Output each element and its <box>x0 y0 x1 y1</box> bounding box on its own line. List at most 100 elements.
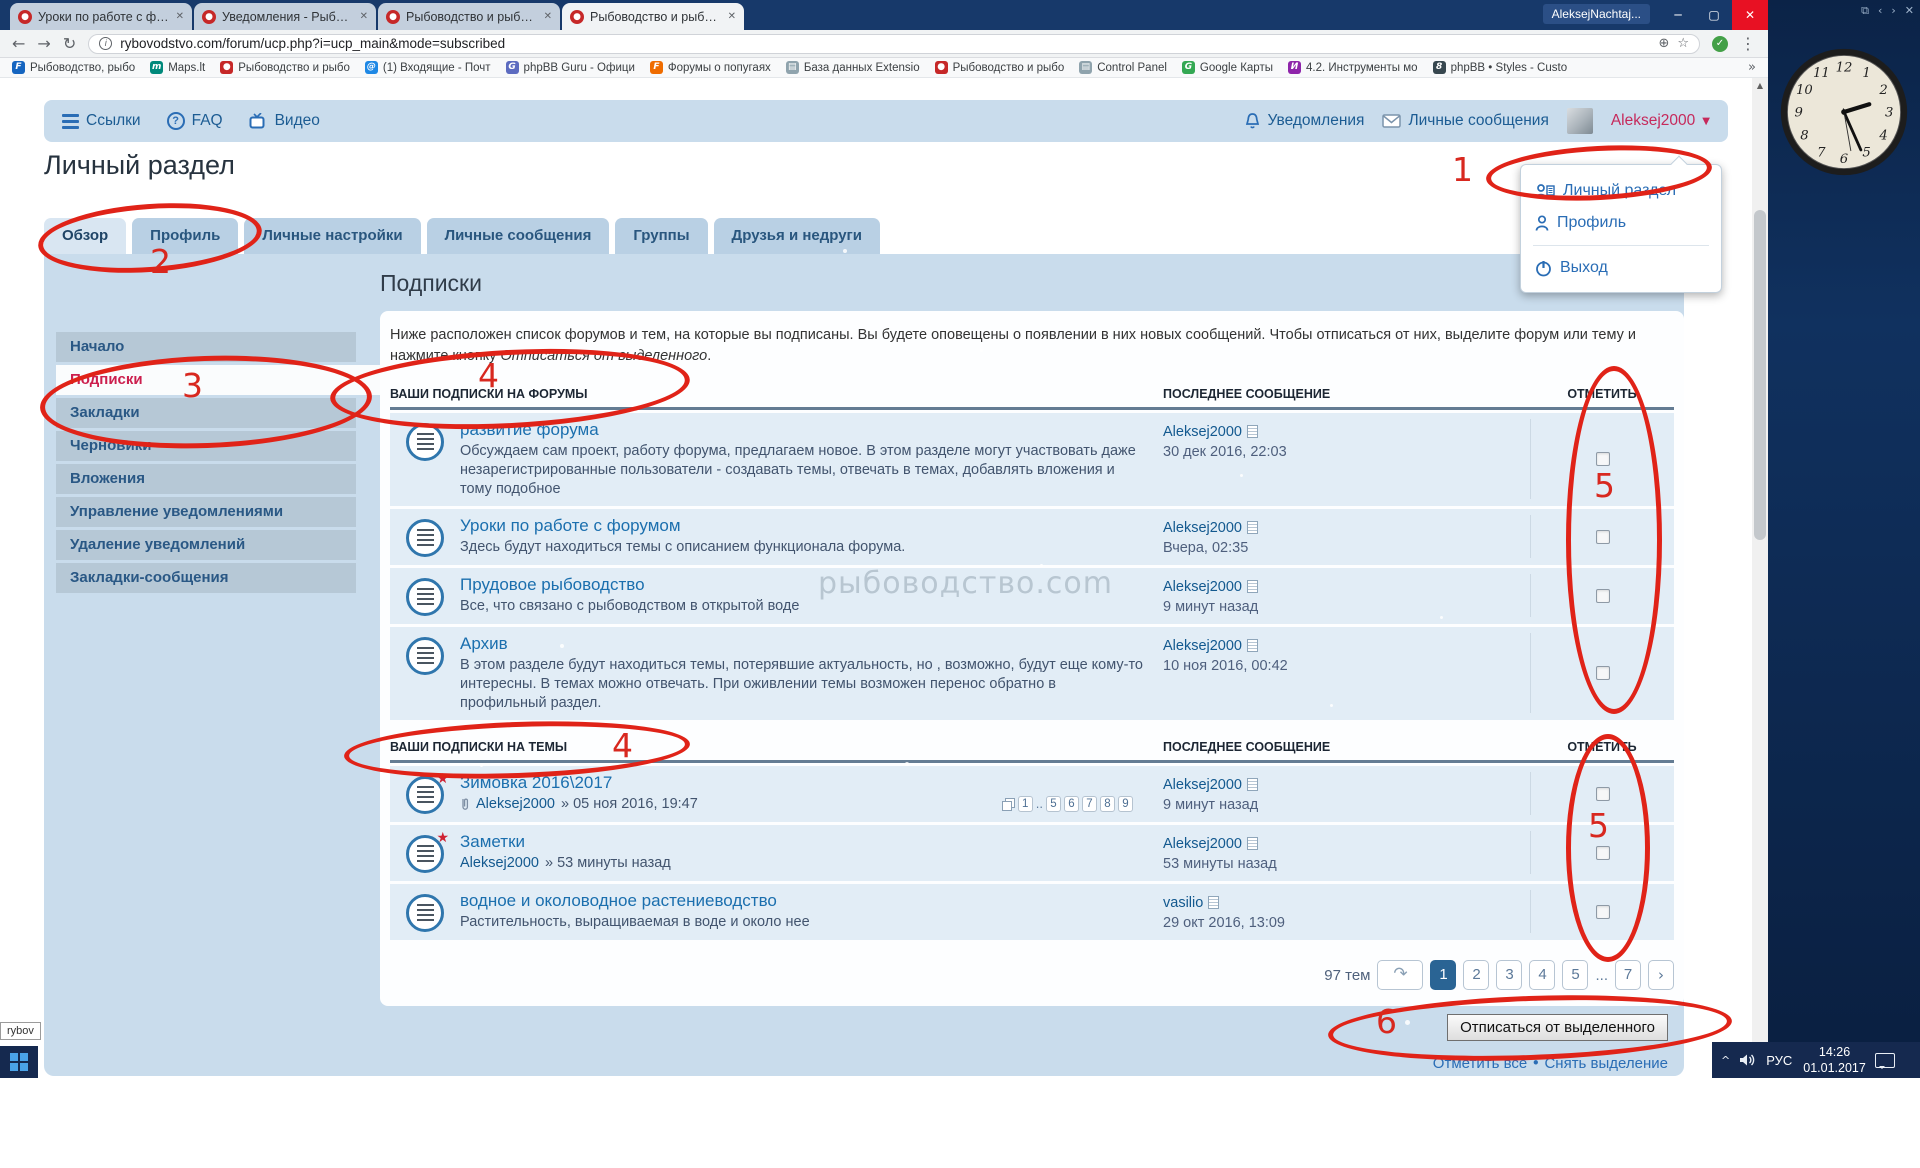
links-menu[interactable]: Ссылки <box>62 112 141 130</box>
bookmark-item[interactable]: mMaps.lt <box>150 61 205 74</box>
page-button[interactable]: 3 <box>1496 960 1522 990</box>
topic-author-link[interactable]: Aleksej2000 <box>476 796 555 812</box>
last-post-user-link[interactable]: Aleksej2000 <box>1163 520 1242 536</box>
reload-icon[interactable]: ↻ <box>63 36 76 52</box>
speaker-icon[interactable] <box>1739 1053 1757 1067</box>
forward-icon[interactable]: → <box>37 36 50 52</box>
topic-page-link[interactable]: 6 <box>1064 796 1079 812</box>
tab-close-icon[interactable]: ✕ <box>728 11 736 22</box>
scroll-up-icon[interactable]: ▲ <box>1752 78 1768 94</box>
tab-close-icon[interactable]: ✕ <box>176 11 184 22</box>
topic-title-link[interactable]: Заметки <box>460 831 525 852</box>
page-button[interactable]: 2 <box>1463 960 1489 990</box>
last-post-user-link[interactable]: Aleksej2000 <box>1163 424 1242 440</box>
bookmark-item[interactable]: @(1) Входящие - Почт <box>365 61 491 74</box>
tab-friends-foes[interactable]: Друзья и недруги <box>714 218 880 254</box>
last-post-user-link[interactable]: Aleksej2000 <box>1163 836 1242 852</box>
browser-scrollbar[interactable]: ▲ ▼ <box>1752 78 1768 1078</box>
url-text[interactable]: rybovodstvo.com/forum/ucp.php?i=ucp_main… <box>120 36 1650 51</box>
last-post-user-link[interactable]: Aleksej2000 <box>1163 638 1242 654</box>
last-post-user-link[interactable]: Aleksej2000 <box>1163 777 1242 793</box>
topic-author-link[interactable]: Aleksej2000 <box>460 855 539 871</box>
taskbar-start[interactable] <box>0 1046 38 1078</box>
action-center-icon[interactable] <box>1875 1053 1895 1068</box>
topic-title-link[interactable]: водное и околоводное растениеводство <box>460 890 777 911</box>
forum-title-link[interactable]: Архив <box>460 633 508 654</box>
bookmark-item[interactable]: GGoogle Карты <box>1182 61 1273 74</box>
browser-menu-icon[interactable]: ⋮ <box>1740 36 1756 52</box>
tab-private-messages[interactable]: Личные сообщения <box>427 218 610 254</box>
bookmarks-overflow-icon[interactable]: » <box>1748 60 1756 75</box>
bookmark-item[interactable]: FРыбоводство, рыбо <box>12 61 135 74</box>
faq-link[interactable]: ? FAQ <box>167 112 223 130</box>
private-messages-link[interactable]: Личные сообщения <box>1382 112 1548 130</box>
tab-groups[interactable]: Группы <box>615 218 707 254</box>
topic-page-link[interactable]: 7 <box>1082 796 1097 812</box>
topic-page-link[interactable]: 8 <box>1100 796 1115 812</box>
zoom-icon[interactable]: ⊕ <box>1658 36 1669 51</box>
bookmark-item[interactable]: ●Рыбоводство и рыбо <box>935 61 1065 74</box>
next-page-button[interactable]: › <box>1648 960 1674 990</box>
sidebar-item-post-bookmarks[interactable]: Закладки-сообщения <box>56 563 356 593</box>
sidebar-item-delete-notifications[interactable]: Удаление уведомлений <box>56 530 356 560</box>
browser-tab[interactable]: ● Уроки по работе с фору ✕ <box>10 3 192 30</box>
topic-page-link[interactable]: 5 <box>1046 796 1061 812</box>
scrollbar-thumb[interactable] <box>1754 210 1766 540</box>
tab-close-icon[interactable]: ✕ <box>360 11 368 22</box>
goto-last-post-icon[interactable] <box>1247 425 1258 438</box>
bookmark-item[interactable]: FФорумы о попугаях <box>650 61 771 74</box>
bookmark-item[interactable]: GphpBB Guru - Офици <box>506 61 635 74</box>
goto-last-post-icon[interactable] <box>1247 639 1258 652</box>
user-avatar[interactable] <box>1567 108 1593 134</box>
forum-title-link[interactable]: Прудовое рыбоводство <box>460 574 645 595</box>
last-post-user-link[interactable]: vasilio <box>1163 895 1203 911</box>
tray-chevron-icon[interactable]: ^ <box>1721 1054 1730 1067</box>
bookmark-item[interactable]: И4.2. Инструменты мо <box>1288 61 1418 74</box>
topic-icon: ★ <box>406 776 444 814</box>
window-maximize-button[interactable]: ▢ <box>1696 0 1732 30</box>
sidebar-item-attachments[interactable]: Вложения <box>56 464 356 494</box>
gadget-next-icon[interactable]: › <box>1891 4 1895 18</box>
bookmark-item[interactable]: ▤База данных Extensio <box>786 61 920 74</box>
tab-preferences[interactable]: Личные настройки <box>244 218 420 254</box>
notifications-link[interactable]: Уведомления <box>1244 112 1365 130</box>
last-post-user-link[interactable]: Aleksej2000 <box>1163 579 1242 595</box>
address-bar[interactable]: i rybovodstvo.com/forum/ucp.php?i=ucp_ma… <box>88 34 1700 54</box>
page-button[interactable]: 4 <box>1529 960 1555 990</box>
bookmark-item[interactable]: ●Рыбоводство и рыбо <box>220 61 350 74</box>
menu-item-logout[interactable]: Выход <box>1521 252 1721 284</box>
goto-last-post-icon[interactable] <box>1247 837 1258 850</box>
page-button[interactable]: 7 <box>1615 960 1641 990</box>
user-menu[interactable]: Aleksej2000 ▼ <box>1611 112 1710 130</box>
topic-page-link[interactable]: 1 <box>1018 796 1033 812</box>
browser-tab-active[interactable]: ● Рыбоводство и рыбора ✕ <box>562 3 744 30</box>
page-button-current[interactable]: 1 <box>1430 960 1456 990</box>
gadget-close-icon[interactable]: ✕ <box>1905 4 1914 18</box>
goto-last-post-icon[interactable] <box>1247 580 1258 593</box>
goto-last-post-icon[interactable] <box>1208 896 1219 909</box>
extension-check-icon[interactable]: ✓ <box>1712 36 1728 52</box>
bookmark-item[interactable]: 8phpBB • Styles - Custo <box>1433 61 1568 74</box>
tab-close-icon[interactable]: ✕ <box>544 11 552 22</box>
goto-last-post-icon[interactable] <box>1247 778 1258 791</box>
browser-tab[interactable]: ● Рыбоводство и рыбора ✕ <box>378 3 560 30</box>
bookmark-star-icon[interactable]: ☆ <box>1677 36 1689 51</box>
back-icon[interactable]: ← <box>12 36 25 52</box>
gadget-panel-icon[interactable]: ⧉ <box>1861 4 1869 18</box>
browser-tab[interactable]: ● Уведомления - Рыбовод ✕ <box>194 3 376 30</box>
window-minimize-button[interactable]: ─ <box>1660 0 1696 30</box>
forum-title-link[interactable]: Уроки по работе с форумом <box>460 515 681 536</box>
video-link[interactable]: Видео <box>249 112 320 130</box>
bookmark-item[interactable]: ▤Control Panel <box>1079 61 1167 74</box>
window-close-button[interactable]: ✕ <box>1732 0 1768 30</box>
topic-page-link[interactable]: 9 <box>1118 796 1133 812</box>
menu-item-profile[interactable]: Профиль <box>1521 207 1721 239</box>
taskbar-language[interactable]: РУС <box>1766 1053 1792 1068</box>
jump-to-page-button[interactable]: ↷ <box>1377 960 1423 990</box>
sidebar-item-notification-options[interactable]: Управление уведомлениями <box>56 497 356 527</box>
page-button[interactable]: 5 <box>1562 960 1588 990</box>
gadget-prev-icon[interactable]: ‹ <box>1878 4 1882 18</box>
page-info-icon[interactable]: i <box>99 37 112 50</box>
goto-last-post-icon[interactable] <box>1247 521 1258 534</box>
taskbar-clock[interactable]: 14:26 01.01.2017 <box>1803 1044 1866 1077</box>
